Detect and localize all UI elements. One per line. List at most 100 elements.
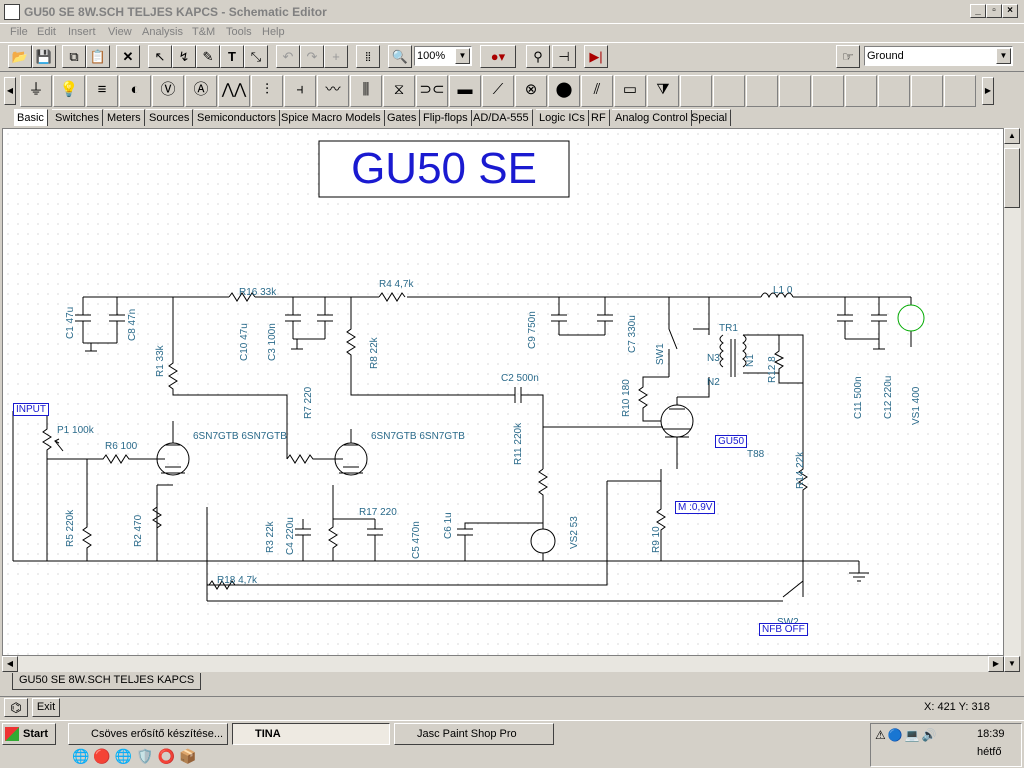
menu-view[interactable]: View xyxy=(108,26,132,38)
delete-icon[interactable]: ✕ xyxy=(116,45,140,68)
scroll-right-icon[interactable]: ▶ xyxy=(982,77,994,105)
tab-logic-ics[interactable]: Logic ICs xyxy=(536,109,589,126)
label-r3[interactable]: R3 22k xyxy=(265,521,276,553)
vertical-scrollbar[interactable]: ▲ xyxy=(1004,128,1021,656)
horizontal-scrollbar[interactable]: ◀ ▶ xyxy=(2,656,1004,672)
label-r8[interactable]: R8 22k xyxy=(369,337,380,369)
select-arrow-icon[interactable]: ↖ xyxy=(148,45,172,68)
text-icon[interactable]: T xyxy=(220,45,244,68)
scroll-right-arrow-icon[interactable]: ▶ xyxy=(988,656,1004,672)
exit-button[interactable]: Exit xyxy=(32,698,60,717)
menu-file[interactable]: File xyxy=(10,26,28,38)
label-c4[interactable]: C4 220u xyxy=(285,517,296,555)
resistor-icon[interactable]: ⋀⋀ xyxy=(218,75,250,107)
paste-icon[interactable]: 📋 xyxy=(86,45,110,68)
zoom-icon[interactable]: 🔍 xyxy=(388,45,412,68)
label-r17[interactable]: R17 220 xyxy=(359,507,397,518)
potentiometer-icon[interactable]: ⫶ xyxy=(251,75,283,107)
transformer-icon[interactable]: ⧖ xyxy=(383,75,415,107)
label-n3[interactable]: N3 xyxy=(707,353,720,364)
label-c5[interactable]: C5 470n xyxy=(411,521,422,559)
bulb-icon[interactable]: ⊗ xyxy=(515,75,547,107)
undo-icon[interactable]: ↶ xyxy=(276,45,300,68)
label-r9[interactable]: R9 10 xyxy=(651,526,662,553)
crosshair-icon[interactable]: + xyxy=(324,45,348,68)
menu-help[interactable]: Help xyxy=(262,26,285,38)
tab-meters[interactable]: Meters xyxy=(104,109,145,126)
label-l1[interactable]: L1 0 xyxy=(773,285,792,296)
label-r6[interactable]: R6 100 xyxy=(105,441,137,452)
zener-icon[interactable]: ⧩ xyxy=(647,75,679,107)
battery-icon[interactable]: ≡ xyxy=(86,75,118,107)
label-sw1[interactable]: SW1 xyxy=(655,343,666,365)
inductor-icon[interactable]: 〰 xyxy=(317,75,349,107)
exit-icon[interactable]: ⌬ xyxy=(4,698,28,717)
label-r12[interactable]: R12 8 xyxy=(767,356,778,383)
led-icon[interactable]: ⬤ xyxy=(548,75,580,107)
capacitor-icon[interactable]: ⫞ xyxy=(284,75,316,107)
tab-flip-flops[interactable]: Flip-flops xyxy=(420,109,472,126)
tray-icons[interactable]: ⚠🔵💻🔊 xyxy=(875,728,939,742)
wire-icon[interactable]: ↯ xyxy=(172,45,196,68)
label-r5[interactable]: R5 220k xyxy=(65,510,76,547)
menu-insert[interactable]: Insert xyxy=(68,26,96,38)
input-label[interactable]: INPUT xyxy=(13,403,49,416)
label-tube2[interactable]: 6SN7GTB 6SN7GTB xyxy=(371,431,465,442)
meter-icon[interactable]: ⊣ xyxy=(552,45,576,68)
document-tab[interactable]: GU50 SE 8W.SCH TELJES KAPCS xyxy=(12,673,202,690)
pencil-icon[interactable]: ✎ xyxy=(196,45,220,68)
fuse-2-icon[interactable]: ▭ xyxy=(614,75,646,107)
label-c10[interactable]: C10 47u xyxy=(239,323,250,361)
grid-icon[interactable]: ⣿ xyxy=(356,45,380,68)
dc-analysis-icon[interactable]: ●▾ xyxy=(480,45,516,68)
label-r7[interactable]: R7 220 xyxy=(303,387,314,419)
zoom-select[interactable]: 100% ▼ xyxy=(414,46,472,66)
label-r2[interactable]: R2 470 xyxy=(133,515,144,547)
restore-button[interactable]: ▫ xyxy=(986,4,1002,18)
label-tube1[interactable]: 6SN7GTB 6SN7GTB xyxy=(193,431,287,442)
label-r10[interactable]: R10 180 xyxy=(621,379,632,417)
tab-basic[interactable]: Basic xyxy=(14,109,48,126)
tab-switches[interactable]: Switches xyxy=(52,109,104,126)
task-paint-shop-pro[interactable]: Jasc Paint Shop Pro xyxy=(394,723,554,745)
fuse-icon[interactable]: ▬ xyxy=(449,75,481,107)
label-c1[interactable]: C1 47u xyxy=(65,307,76,339)
scroll-left-icon[interactable]: ◀ xyxy=(4,77,16,105)
menu-tools[interactable]: Tools xyxy=(226,26,252,38)
label-c3[interactable]: C3 100n xyxy=(267,323,278,361)
ammeter-icon[interactable]: Ⓐ xyxy=(185,75,217,107)
tab-rf[interactable]: RF xyxy=(588,109,610,126)
tab-sources[interactable]: Sources xyxy=(146,109,194,126)
label-c9[interactable]: C9 750n xyxy=(527,311,538,349)
varistor-icon[interactable]: ⫽ xyxy=(581,75,613,107)
label-p1[interactable]: P1 100k xyxy=(57,425,94,436)
net-icon[interactable]: ☞ xyxy=(836,45,860,68)
task-csoves[interactable]: Csöves erősítő készítése... xyxy=(68,723,228,745)
label-c11[interactable]: C11 500n xyxy=(853,376,864,419)
app-icon[interactable] xyxy=(4,4,20,20)
diode-run-icon[interactable]: ▶| xyxy=(584,45,608,68)
tab-ad-da-555[interactable]: AD/DA-555 xyxy=(470,109,533,126)
ground-net-select[interactable]: Ground ▼ xyxy=(864,46,1013,66)
label-vs2[interactable]: VS2 53 xyxy=(569,516,580,549)
label-c7[interactable]: C7 330u xyxy=(627,315,638,353)
ground-icon[interactable]: ⏚ xyxy=(20,75,52,107)
gu50-label[interactable]: GU50 xyxy=(715,435,748,448)
label-c6[interactable]: C6 1u xyxy=(443,512,454,539)
label-c2[interactable]: C2 500n xyxy=(501,373,539,384)
lamp-icon[interactable]: 💡 xyxy=(53,75,85,107)
menu-edit[interactable]: Edit xyxy=(37,26,56,38)
probe-icon[interactable]: ⚲ xyxy=(526,45,550,68)
tab-special[interactable]: Special xyxy=(688,109,732,126)
label-tr1[interactable]: TR1 xyxy=(719,323,738,334)
label-r4[interactable]: R4 4,7k xyxy=(379,279,413,290)
task-tina[interactable]: TINA xyxy=(232,723,390,745)
open-icon[interactable]: 📂 xyxy=(8,45,32,68)
vertical-scroll-thumb[interactable] xyxy=(1004,148,1020,208)
nfb-off-label[interactable]: NFB OFF xyxy=(759,623,808,636)
redo-icon[interactable]: ↷ xyxy=(300,45,324,68)
label-n1[interactable]: N1 xyxy=(745,354,756,367)
label-vs1[interactable]: VS1 400 xyxy=(911,387,922,425)
coupled-inductor-icon[interactable]: ⊃⊂ xyxy=(416,75,448,107)
voltmeter-label[interactable]: M :0,9V xyxy=(675,501,716,514)
